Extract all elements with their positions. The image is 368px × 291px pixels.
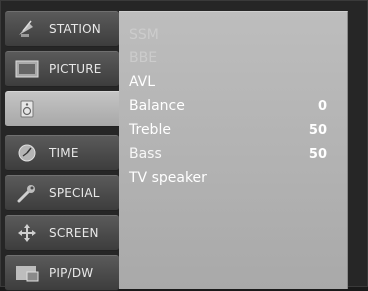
- speaker-icon: [15, 99, 39, 119]
- picture-frame-icon: [15, 59, 39, 79]
- menu-row-bbe[interactable]: BBE: [129, 47, 335, 69]
- menu-row-avl[interactable]: AVL: [129, 71, 335, 93]
- sidebar-item-label: SCREEN: [49, 226, 99, 240]
- audio-submenu-panel: SSM BBE AVL Balance 0 Treble 50 Bass 50 …: [119, 11, 348, 289]
- menu-row-bass[interactable]: Bass 50: [129, 143, 335, 165]
- menu-row-label: Balance: [129, 98, 185, 114]
- sidebar-item-label: STATION: [49, 22, 101, 36]
- sidebar-item-label: SPECIAL: [49, 186, 100, 200]
- menu-row-label: AVL: [129, 74, 156, 90]
- tv-osd-menu: STATION PICTURE TIME SPECIAL SCREEN PIP/…: [0, 0, 368, 291]
- sidebar-item-label: PIP/DW: [49, 266, 94, 280]
- sidebar-item-time[interactable]: TIME: [5, 135, 119, 171]
- move-arrows-icon: [15, 223, 39, 243]
- bass-value: 50: [308, 146, 327, 162]
- sidebar-item-station[interactable]: STATION: [5, 11, 119, 47]
- treble-value: 50: [308, 122, 327, 138]
- menu-row-label: Bass: [129, 146, 162, 162]
- sidebar-item-picture[interactable]: PICTURE: [5, 51, 119, 87]
- menu-row-treble[interactable]: Treble 50: [129, 119, 335, 141]
- menu-row-label: TV speaker: [129, 170, 207, 186]
- satellite-dish-icon: [15, 19, 39, 39]
- clock-icon: [15, 143, 39, 163]
- menu-row-tv-speaker[interactable]: TV speaker: [129, 167, 335, 189]
- menu-row-label: SSM: [129, 27, 159, 43]
- sidebar-item-label: TIME: [49, 146, 79, 160]
- main-menu-sidebar: STATION PICTURE TIME SPECIAL SCREEN PIP/…: [5, 11, 129, 291]
- menu-row-ssm[interactable]: SSM: [129, 24, 335, 46]
- sidebar-item-screen[interactable]: SCREEN: [5, 215, 119, 251]
- pip-screen-icon: [15, 263, 39, 283]
- wrench-icon: [15, 183, 39, 203]
- balance-value: 0: [317, 98, 327, 114]
- sidebar-item-pip-dw[interactable]: PIP/DW: [5, 255, 119, 291]
- sidebar-item-label: PICTURE: [49, 62, 102, 76]
- menu-row-label: Treble: [129, 122, 171, 138]
- menu-row-label: BBE: [129, 50, 158, 66]
- sidebar-item-special[interactable]: SPECIAL: [5, 175, 119, 211]
- menu-row-balance[interactable]: Balance 0: [129, 95, 335, 117]
- sidebar-item-audio[interactable]: [5, 91, 129, 127]
